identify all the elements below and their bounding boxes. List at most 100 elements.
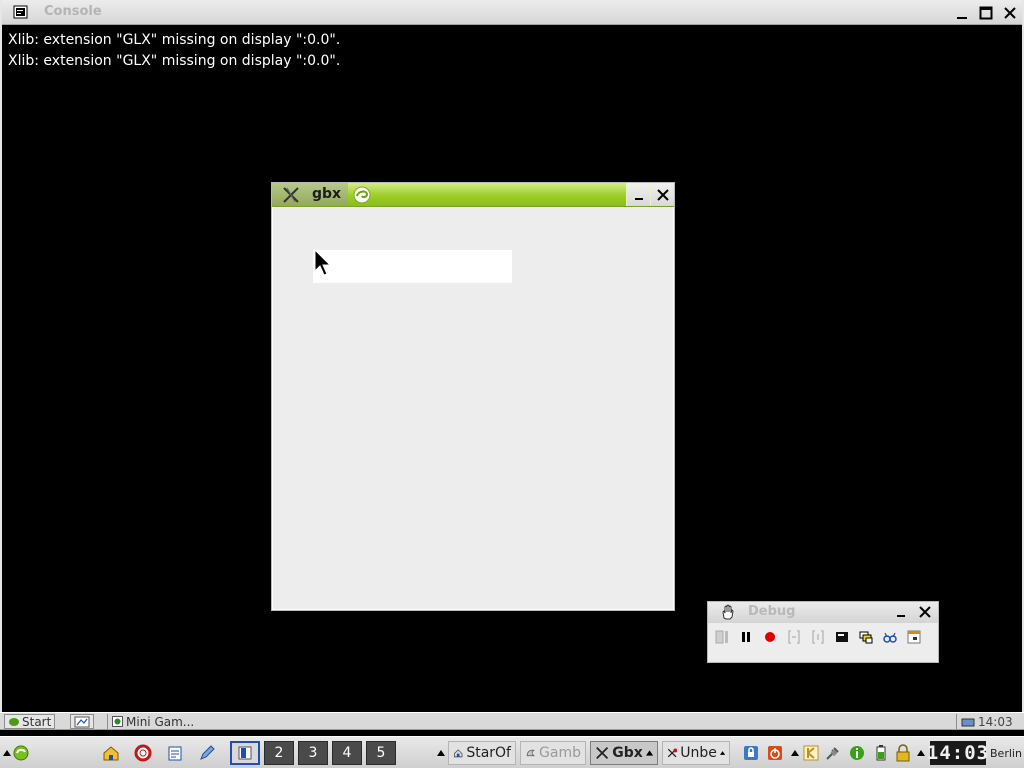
maximize-button[interactable] bbox=[976, 3, 996, 22]
suse-logo-icon bbox=[9, 718, 19, 726]
close-icon bbox=[1004, 6, 1016, 19]
launcher-help[interactable] bbox=[132, 741, 154, 765]
terminal-icon bbox=[836, 632, 848, 642]
calendar-button[interactable] bbox=[903, 626, 925, 648]
tray-padlock[interactable] bbox=[892, 741, 914, 765]
start-button[interactable]: Start bbox=[4, 714, 56, 729]
launcher-konqueror[interactable] bbox=[100, 741, 122, 765]
step-out-icon bbox=[812, 630, 824, 644]
step-into-icon bbox=[788, 630, 800, 644]
gbx-titlebar[interactable]: gbx bbox=[272, 183, 674, 207]
plug-icon bbox=[826, 747, 839, 760]
info-icon bbox=[850, 746, 864, 760]
minimize-icon bbox=[957, 16, 967, 19]
minimize-icon bbox=[897, 615, 905, 617]
pause-icon bbox=[742, 632, 750, 642]
desktop-3-button[interactable]: 3 bbox=[298, 741, 328, 765]
document-icon bbox=[168, 746, 182, 761]
mouse-pointer-icon bbox=[314, 249, 332, 276]
debug-close-button[interactable] bbox=[914, 602, 936, 622]
step-button[interactable] bbox=[711, 626, 733, 648]
taskbar-task-gbx[interactable]: Gbx bbox=[590, 741, 658, 765]
tray-k-app[interactable] bbox=[800, 741, 822, 765]
taskbar-scroll-arrow[interactable] bbox=[436, 741, 446, 765]
arrow-up-icon bbox=[917, 750, 925, 756]
strip-task-mini-game[interactable]: Mini Gam... bbox=[107, 714, 197, 729]
calendar-icon bbox=[907, 630, 921, 644]
launcher-edit[interactable] bbox=[196, 741, 218, 765]
console-titlebar[interactable]: Console bbox=[2, 0, 1022, 25]
task-strip: Start Mini Gam... 14:03 bbox=[0, 712, 1024, 730]
watch-button[interactable] bbox=[879, 626, 901, 648]
gbx-title-tab[interactable]: gbx bbox=[272, 183, 348, 206]
panel-clock[interactable]: 14:03 bbox=[927, 741, 988, 765]
desktop-2-button[interactable]: 2 bbox=[264, 741, 294, 765]
tray-network-plug[interactable] bbox=[822, 741, 844, 765]
panel-timezone: Berlin bbox=[990, 747, 1022, 760]
start-button-label: Start bbox=[22, 714, 52, 729]
desktop-preview-icon bbox=[238, 746, 252, 760]
desktop-4-button[interactable]: 4 bbox=[332, 741, 362, 765]
taskbar-task-staroffice[interactable]: StarOf bbox=[448, 741, 516, 765]
console-output[interactable]: Xlib: extension "GLX" missing on display… bbox=[8, 30, 340, 72]
launcher-files[interactable] bbox=[164, 741, 186, 765]
record-icon bbox=[765, 632, 775, 642]
debug-titlebar[interactable]: Debug bbox=[708, 602, 938, 623]
tray-collapse-arrow[interactable] bbox=[916, 741, 926, 765]
gbx-close-button[interactable] bbox=[650, 183, 674, 206]
watch-icon bbox=[883, 632, 897, 643]
lock-icon bbox=[744, 746, 758, 760]
terminal-button[interactable] bbox=[831, 626, 853, 648]
minimize-button[interactable] bbox=[952, 3, 972, 22]
debug-toolbar bbox=[711, 626, 925, 648]
arrow-up-icon bbox=[719, 751, 725, 755]
debug-minimize-button[interactable] bbox=[890, 602, 912, 622]
windows-icon bbox=[859, 631, 873, 644]
network-icon bbox=[961, 718, 975, 726]
step-into-button[interactable] bbox=[783, 626, 805, 648]
gbx-text-field[interactable] bbox=[313, 250, 512, 283]
battery-icon bbox=[876, 745, 886, 761]
k-app-icon bbox=[803, 745, 819, 761]
taskbar-task-label: StarOf bbox=[466, 745, 511, 761]
close-icon bbox=[919, 606, 931, 618]
close-button[interactable] bbox=[1000, 3, 1020, 22]
tray-info[interactable] bbox=[846, 741, 868, 765]
maximize-icon bbox=[979, 6, 993, 19]
console-line: Xlib: extension "GLX" missing on display… bbox=[8, 53, 341, 69]
x-icon bbox=[667, 748, 678, 758]
tray-lock[interactable] bbox=[740, 741, 762, 765]
strip-clock[interactable]: 14:03 bbox=[956, 714, 1018, 729]
taskbar-task-gambas[interactable]: Gamb bbox=[520, 741, 586, 765]
taskbar-task-unbe[interactable]: Unbe bbox=[662, 741, 730, 765]
tray-expand-arrow[interactable] bbox=[790, 741, 800, 765]
staroffice-icon bbox=[453, 749, 463, 758]
taskbar-task-label: Unbe bbox=[680, 745, 717, 761]
strip-launcher-button[interactable] bbox=[70, 714, 94, 729]
record-button[interactable] bbox=[759, 626, 781, 648]
home-icon bbox=[103, 746, 119, 761]
tray-power[interactable] bbox=[764, 741, 786, 765]
window-menu-icon[interactable] bbox=[12, 4, 30, 21]
gambas-icon bbox=[526, 749, 536, 757]
debug-window-title: Debug bbox=[748, 604, 796, 619]
strip-task-label: Mini Gam... bbox=[126, 714, 195, 729]
tray-battery[interactable] bbox=[870, 741, 892, 765]
step-out-button[interactable] bbox=[807, 626, 829, 648]
suse-menu-button[interactable] bbox=[10, 741, 32, 765]
console-window-title: Console bbox=[44, 4, 102, 19]
desktop-1-button[interactable] bbox=[230, 741, 260, 765]
close-icon bbox=[656, 188, 669, 201]
gbx-minimize-button[interactable] bbox=[626, 183, 650, 206]
window-list-icon bbox=[74, 716, 90, 727]
desktop-5-button[interactable]: 5 bbox=[366, 741, 396, 765]
x-window-icon bbox=[283, 187, 299, 203]
pause-button[interactable] bbox=[735, 626, 757, 648]
suse-swirl-icon[interactable] bbox=[352, 185, 372, 205]
power-icon bbox=[768, 746, 782, 760]
windows-button[interactable] bbox=[855, 626, 877, 648]
step-icon bbox=[715, 630, 728, 644]
app-icon bbox=[112, 716, 123, 727]
strip-clock-time: 14:03 bbox=[978, 714, 1013, 729]
bottom-panel: 2 3 4 5 StarOf Gamb Gbx Unbe 14:03 Berli… bbox=[0, 736, 1024, 768]
